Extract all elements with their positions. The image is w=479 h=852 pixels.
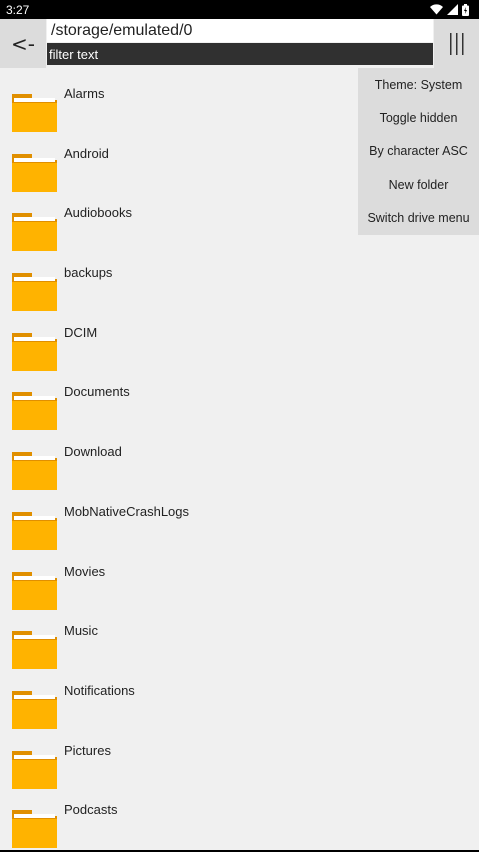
status-time: 3:27 bbox=[6, 2, 30, 17]
signal-icon bbox=[447, 4, 458, 15]
menu-item[interactable]: By character ASC bbox=[358, 135, 479, 168]
list-item[interactable]: Podcasts bbox=[0, 784, 479, 849]
list-item-label: Podcasts bbox=[64, 802, 118, 818]
list-item-label: Android bbox=[64, 145, 109, 161]
list-item[interactable]: Download bbox=[0, 426, 479, 491]
folder-icon bbox=[12, 213, 57, 252]
status-icons bbox=[430, 3, 469, 16]
folder-icon bbox=[12, 153, 57, 192]
list-item-label: backups bbox=[64, 265, 113, 281]
menu-bars-icon bbox=[449, 32, 463, 55]
current-path: /storage/emulated/0 bbox=[47, 19, 433, 42]
list-item-label: Alarms bbox=[64, 86, 105, 101]
menu-item[interactable]: Theme: System bbox=[358, 68, 479, 101]
menu-item[interactable]: Toggle hidden bbox=[358, 101, 479, 134]
filter-input[interactable] bbox=[47, 43, 433, 65]
list-item-label: Audiobooks bbox=[64, 205, 132, 221]
menu-item[interactable]: New folder bbox=[358, 168, 479, 201]
folder-icon bbox=[12, 690, 57, 729]
menu-button[interactable] bbox=[434, 19, 479, 68]
options-menu: Theme: System Toggle hidden By character A… bbox=[358, 68, 479, 235]
wifi-icon bbox=[430, 4, 443, 15]
menu-item[interactable]: Switch drive menu bbox=[358, 202, 479, 235]
header: <- /storage/emulated/0 bbox=[0, 19, 479, 68]
folder-icon bbox=[12, 511, 57, 550]
status-bar: 3:27 bbox=[0, 0, 479, 19]
list-item[interactable]: Pictures bbox=[0, 725, 479, 789]
folder-icon bbox=[12, 94, 57, 132]
back-button[interactable]: <- bbox=[0, 19, 46, 68]
list-item-label: Download bbox=[64, 444, 122, 460]
folder-icon bbox=[12, 810, 57, 849]
list-item[interactable]: backups bbox=[0, 247, 479, 312]
list-item[interactable]: Notifications bbox=[0, 665, 479, 729]
list-item[interactable]: DCIM bbox=[0, 307, 479, 371]
list-item-label: Pictures bbox=[64, 742, 111, 758]
battery-icon bbox=[462, 3, 469, 16]
list-item-label: Movies bbox=[64, 563, 106, 579]
list-item[interactable]: Documents bbox=[0, 366, 479, 431]
list-item-label: MobNativeCrashLogs bbox=[64, 503, 190, 519]
folder-icon bbox=[12, 332, 57, 371]
list-item[interactable]: Music bbox=[0, 605, 479, 670]
folder-icon bbox=[12, 631, 57, 670]
folder-icon bbox=[12, 750, 57, 789]
list-item-label: Documents bbox=[64, 384, 130, 400]
folder-icon bbox=[12, 273, 57, 312]
folder-icon bbox=[12, 452, 57, 491]
list-item-label: Music bbox=[64, 623, 98, 639]
folder-icon bbox=[12, 571, 57, 610]
list-item-label: DCIM bbox=[64, 324, 98, 340]
list-item[interactable]: MobNativeCrashLogs bbox=[0, 486, 479, 550]
folder-icon bbox=[12, 392, 57, 431]
list-item[interactable]: Movies bbox=[0, 546, 479, 610]
list-item-label: Notifications bbox=[64, 682, 135, 698]
